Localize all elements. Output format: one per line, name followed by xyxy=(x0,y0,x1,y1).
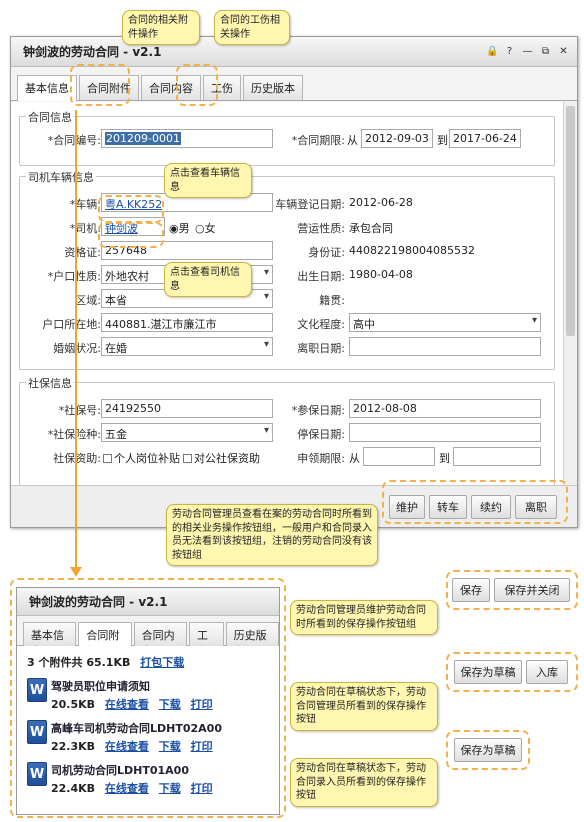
claim-to-label: 到 xyxy=(439,452,450,465)
social-type-select[interactable]: 五金 xyxy=(101,423,273,442)
tab-basic-info[interactable]: 基本信息 xyxy=(17,75,77,101)
term-from-input[interactable]: 2012-09-03 xyxy=(361,129,433,148)
contract-term-label: *合同期限: xyxy=(291,134,345,147)
female-label: 女 xyxy=(204,222,216,235)
social-no-input[interactable]: 24192550 xyxy=(101,399,273,418)
cert-label: 资格证: xyxy=(64,246,101,259)
social-type-label: *社保险种: xyxy=(29,426,101,442)
male-label: 男 xyxy=(178,222,190,235)
reg-date-value: 2012-06-28 xyxy=(349,196,413,209)
minimize-icon[interactable]: — xyxy=(522,46,533,57)
driver-callout: 点击查看司机信息 xyxy=(164,262,252,297)
save-draft-admin-callout: 劳动合同在草稿状态下，劳动合同管理员所看到的保存操作按钮 xyxy=(290,682,438,731)
arrow-line xyxy=(75,110,77,570)
join-date-input[interactable]: 2012-08-08 xyxy=(349,399,541,418)
attachments-window-highlight xyxy=(10,578,286,818)
tab-history[interactable]: 历史版本 xyxy=(243,75,303,100)
actions-highlight xyxy=(382,480,568,524)
vehicle-label: *车辆: xyxy=(69,198,101,211)
lock-icon[interactable]: 🔒 xyxy=(486,46,498,57)
section-title: 社保信息 xyxy=(26,375,74,391)
section-title: 司机车辆信息 xyxy=(26,169,96,185)
close-icon[interactable]: ✕ xyxy=(558,46,569,57)
save-draft-button[interactable]: 保存为草稿 xyxy=(454,660,522,684)
hukou-addr-input[interactable]: 440881.湛江市廉江市 xyxy=(101,313,273,332)
warehouse-button[interactable]: 入库 xyxy=(526,660,568,684)
birth-label: 出生日期: xyxy=(297,270,345,283)
stop-date-input[interactable] xyxy=(349,423,541,442)
scrollbar-thumb[interactable] xyxy=(566,106,575,336)
contract-window: 钟剑波的劳动合同 - v2.1 🔒 ? — ⧉ ✕ 基本信息 合同附件 合同内容… xyxy=(10,36,578,528)
stop-date-label: 停保日期: xyxy=(297,428,345,441)
vehicle-callout: 点击查看车辆信息 xyxy=(164,163,252,198)
join-date-label: *参保日期: xyxy=(291,404,345,417)
injury-tab-highlight xyxy=(176,64,218,106)
marital-select[interactable]: 在婚 xyxy=(101,337,273,356)
vehicle-highlight xyxy=(98,195,164,223)
to-label: 到 xyxy=(437,134,448,147)
save-draft-entry-callout: 劳动合同在草稿状态下，劳动合同录入员所看到的保存操作按钮 xyxy=(290,758,438,807)
subsidy-opt1-label: 个人岗位补贴 xyxy=(114,452,180,465)
gender-male-radio[interactable]: ◉男 xyxy=(169,220,190,236)
driver-label: *司机: xyxy=(69,222,101,235)
checkbox-icon xyxy=(103,454,112,463)
claim-from-label: 从 xyxy=(349,452,360,465)
reg-date-label: 车辆登记日期: xyxy=(275,198,345,211)
native-label: 籍贯: xyxy=(319,294,345,307)
subsidy-opt1-checkbox[interactable]: 个人岗位补贴 xyxy=(103,450,180,466)
checkbox-icon xyxy=(183,454,192,463)
save-button[interactable]: 保存 xyxy=(452,578,490,602)
operation-value: 承包合同 xyxy=(349,222,393,235)
contract-no-input[interactable]: 201209-0001 xyxy=(101,129,273,148)
form-area: 合同信息 *合同编号: 201209-0001 *合同期限: 从 2012-09… xyxy=(11,102,563,485)
claim-label: 申领期限: xyxy=(297,452,345,465)
term-to-input[interactable]: 2017-06-24 xyxy=(449,129,521,148)
driver-highlight xyxy=(98,222,164,248)
window-title: 钟剑波的劳动合同 - v2.1 xyxy=(23,45,162,59)
section-title: 合同信息 xyxy=(26,109,74,125)
subsidy-label: 社保资助: xyxy=(53,452,101,465)
leave-date-input[interactable] xyxy=(349,337,541,356)
subsidy-opt2-label: 对公社保资助 xyxy=(194,452,260,465)
scrollbar[interactable] xyxy=(563,102,577,485)
from-label: 从 xyxy=(347,134,358,147)
id-label: 身份证: xyxy=(308,246,345,259)
education-label: 文化程度: xyxy=(297,318,345,331)
arrow-down-icon xyxy=(70,567,82,577)
marital-label: 婚姻状况: xyxy=(53,342,101,355)
social-no-label: *社保号: xyxy=(58,404,101,417)
title-bar: 钟剑波的劳动合同 - v2.1 🔒 ? — ⧉ ✕ xyxy=(11,37,577,67)
injury-callout: 合同的工伤相关操作 xyxy=(214,10,290,45)
contract-no-label: *合同编号: xyxy=(29,132,101,148)
help-icon[interactable]: ? xyxy=(504,46,515,57)
birth-value: 1980-04-08 xyxy=(349,268,413,281)
id-value: 440822198004085532 xyxy=(349,244,475,257)
window-controls: 🔒 ? — ⧉ ✕ xyxy=(486,46,577,57)
attachments-callout: 合同的相关附件操作 xyxy=(122,10,200,45)
claim-from-input[interactable] xyxy=(363,447,435,466)
actions-callout: 劳动合同管理员查看在案的劳动合同时所看到的相关业务操作按钮组，一般用户和合同录入… xyxy=(166,504,378,566)
hukou-type-label: *户口性质: xyxy=(29,268,101,284)
save-admin-callout: 劳动合同管理员维护劳动合同时所看到的保存操作按钮组 xyxy=(290,600,438,635)
hukou-addr-label: 户口所在地: xyxy=(42,318,101,331)
region-label: 区域: xyxy=(75,294,101,307)
attachments-tab-highlight xyxy=(70,64,130,106)
subsidy-opt2-checkbox[interactable]: 对公社保资助 xyxy=(183,450,260,466)
claim-to-input[interactable] xyxy=(453,447,541,466)
save-close-button[interactable]: 保存并关闭 xyxy=(494,578,570,602)
operation-label: 营运性质: xyxy=(297,222,345,235)
leave-label: 离职日期: xyxy=(297,342,345,355)
gender-female-radio[interactable]: ○女 xyxy=(195,220,216,236)
education-select[interactable]: 高中 xyxy=(349,313,541,332)
save-draft-button-entry[interactable]: 保存为草稿 xyxy=(454,738,522,762)
popout-icon[interactable]: ⧉ xyxy=(540,46,551,57)
